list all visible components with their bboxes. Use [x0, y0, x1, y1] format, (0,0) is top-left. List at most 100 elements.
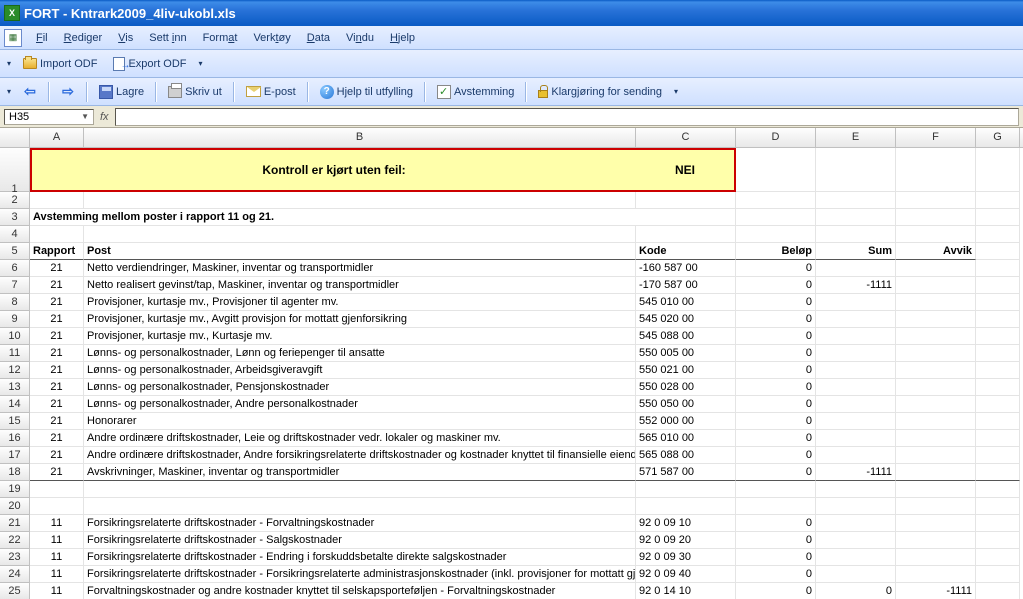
row-header[interactable]: 16	[0, 430, 30, 447]
cell-belop[interactable]: 0	[736, 566, 816, 583]
cell-sum[interactable]	[816, 311, 896, 328]
cell[interactable]	[976, 481, 1020, 498]
row-header[interactable]: 18	[0, 464, 30, 481]
row-header[interactable]: 12	[0, 362, 30, 379]
cell-avvik[interactable]	[896, 311, 976, 328]
cell-sum[interactable]	[816, 566, 896, 583]
cell-sum[interactable]: 0	[816, 583, 896, 599]
cell[interactable]	[84, 226, 636, 243]
select-all-corner[interactable]	[0, 128, 30, 147]
cell[interactable]	[896, 192, 976, 209]
cell-belop[interactable]: 0	[736, 260, 816, 277]
print-button[interactable]: Skriv ut	[161, 83, 229, 101]
cell-post[interactable]: Netto verdiendringer, Maskiner, inventar…	[84, 260, 636, 277]
row-header[interactable]: 23	[0, 549, 30, 566]
cell-kode[interactable]: 545 020 00	[636, 311, 736, 328]
cell-avvik[interactable]	[896, 379, 976, 396]
cell-kode[interactable]: 92 0 14 10	[636, 583, 736, 599]
cell[interactable]	[896, 481, 976, 498]
cell-kode[interactable]: 550 021 00	[636, 362, 736, 379]
col-header-D[interactable]: D	[736, 128, 816, 147]
col-header-C[interactable]: C	[636, 128, 736, 147]
cell[interactable]	[976, 464, 1020, 481]
section-title[interactable]: Avstemming mellom poster i rapport 11 og…	[30, 209, 736, 226]
cell[interactable]	[30, 481, 84, 498]
cell-kode[interactable]: 565 010 00	[636, 430, 736, 447]
cell-rapport[interactable]: 21	[30, 311, 84, 328]
cell-rapport[interactable]: 21	[30, 277, 84, 294]
cell-rapport[interactable]: 11	[30, 566, 84, 583]
cell-kode[interactable]: 550 050 00	[636, 396, 736, 413]
row-header[interactable]: 10	[0, 328, 30, 345]
cell[interactable]	[976, 413, 1020, 430]
cell-kode[interactable]: 545 010 00	[636, 294, 736, 311]
cell-sum[interactable]	[816, 345, 896, 362]
cell[interactable]	[976, 583, 1020, 599]
cell[interactable]	[976, 192, 1020, 209]
cell[interactable]	[84, 192, 636, 209]
cell-rapport[interactable]: 11	[30, 549, 84, 566]
cell-rapport[interactable]: 21	[30, 379, 84, 396]
cell-rapport[interactable]: 21	[30, 362, 84, 379]
cell[interactable]	[976, 345, 1020, 362]
row-header[interactable]: 22	[0, 532, 30, 549]
cell-kode[interactable]: 92 0 09 30	[636, 549, 736, 566]
cell[interactable]	[976, 515, 1020, 532]
cell-belop[interactable]: 0	[736, 532, 816, 549]
cell-avvik[interactable]	[896, 447, 976, 464]
row-header[interactable]: 4	[0, 226, 30, 243]
cell-belop[interactable]: 0	[736, 277, 816, 294]
menu-format[interactable]: Format	[195, 29, 246, 47]
hdr-post[interactable]: Post	[84, 243, 636, 260]
cell-belop[interactable]: 0	[736, 464, 816, 481]
cell[interactable]	[736, 209, 816, 226]
cell[interactable]	[896, 209, 976, 226]
cell-post[interactable]: Forsikringsrelaterte driftskostnader - S…	[84, 532, 636, 549]
cell-belop[interactable]: 0	[736, 583, 816, 599]
cell-kode[interactable]: 571 587 00	[636, 464, 736, 481]
cell-belop[interactable]: 0	[736, 447, 816, 464]
cell[interactable]	[976, 430, 1020, 447]
cell-avvik[interactable]	[896, 260, 976, 277]
formula-bar[interactable]	[115, 108, 1019, 126]
cell-post[interactable]: Forsikringsrelaterte driftskostnader - F…	[84, 566, 636, 583]
cell[interactable]	[976, 243, 1020, 260]
cell-avvik[interactable]	[896, 464, 976, 481]
cell-kode[interactable]: -160 587 00	[636, 260, 736, 277]
cell[interactable]	[976, 566, 1020, 583]
cell[interactable]	[736, 148, 816, 192]
cell-belop[interactable]: 0	[736, 413, 816, 430]
row-header[interactable]: 13	[0, 379, 30, 396]
cell-avvik[interactable]	[896, 413, 976, 430]
cell[interactable]	[816, 226, 896, 243]
cell-rapport[interactable]: 21	[30, 396, 84, 413]
cell-belop[interactable]: 0	[736, 430, 816, 447]
cell-post[interactable]: Andre ordinære driftskostnader, Leie og …	[84, 430, 636, 447]
cell-avvik[interactable]	[896, 430, 976, 447]
cell-post[interactable]: Provisjoner, kurtasje mv., Avgitt provis…	[84, 311, 636, 328]
cell-post[interactable]: Avskrivninger, Maskiner, inventar og tra…	[84, 464, 636, 481]
cell-kode[interactable]: 545 088 00	[636, 328, 736, 345]
cell[interactable]	[976, 396, 1020, 413]
cell-rapport[interactable]: 21	[30, 430, 84, 447]
cell-sum[interactable]	[816, 515, 896, 532]
hdr-rapport[interactable]: Rapport	[30, 243, 84, 260]
cell-sum[interactable]	[816, 413, 896, 430]
cell[interactable]	[736, 498, 816, 515]
cell[interactable]	[636, 498, 736, 515]
cell-kode[interactable]: 92 0 09 10	[636, 515, 736, 532]
row-header[interactable]: 5	[0, 243, 30, 260]
cell-post[interactable]: Forsikringsrelaterte driftskostnader - F…	[84, 515, 636, 532]
row-header[interactable]: 1	[0, 148, 30, 192]
menu-hjelp[interactable]: Hjelp	[382, 29, 423, 47]
cell[interactable]	[976, 311, 1020, 328]
menu-vindu[interactable]: Vindu	[338, 29, 382, 47]
cell[interactable]	[736, 226, 816, 243]
cell-sum[interactable]	[816, 362, 896, 379]
toolbar-handle[interactable]	[4, 53, 14, 75]
col-header-F[interactable]: F	[896, 128, 976, 147]
menu-rediger[interactable]: Rediger	[56, 29, 111, 47]
cell-kode[interactable]: 92 0 09 20	[636, 532, 736, 549]
cell-belop[interactable]: 0	[736, 362, 816, 379]
row-header[interactable]: 7	[0, 277, 30, 294]
